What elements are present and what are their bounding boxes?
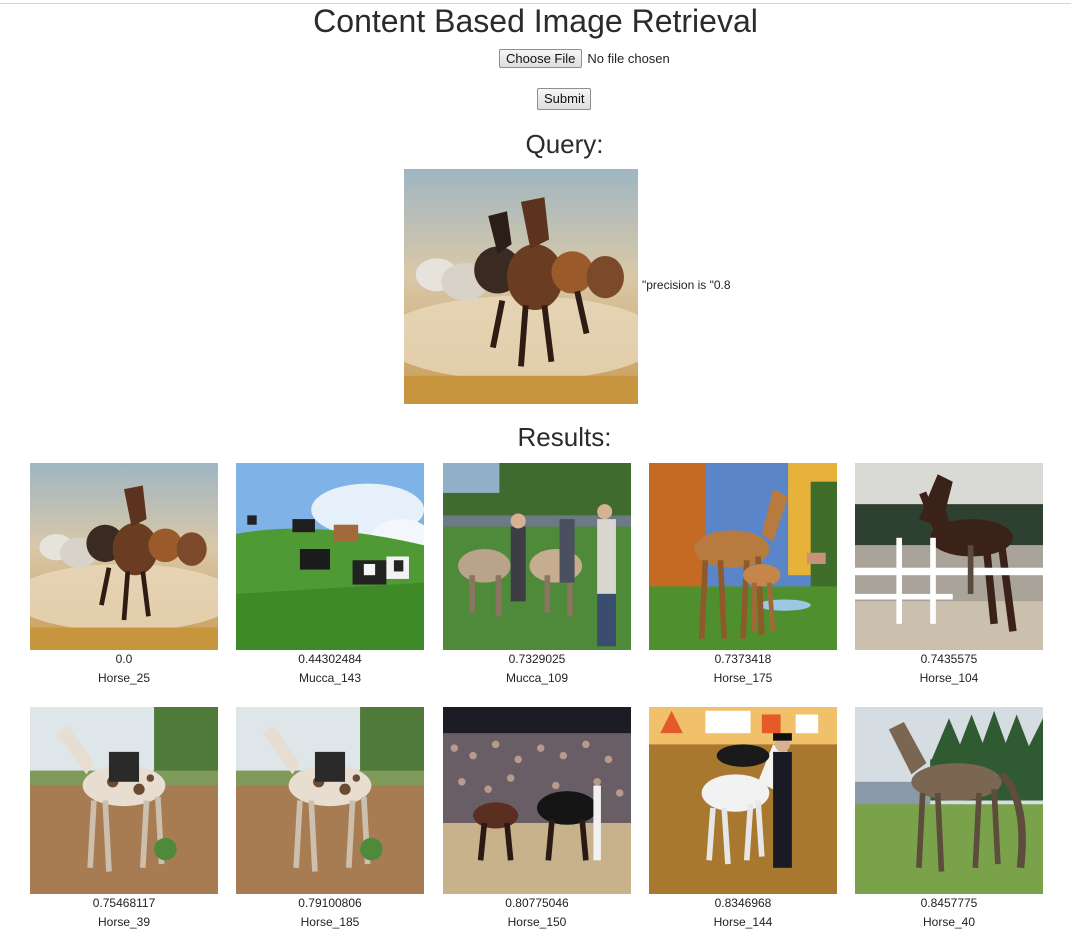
result-image <box>236 463 424 650</box>
result-score: 0.0 <box>115 652 133 666</box>
precision-text: "precision is "0.8 <box>642 278 731 292</box>
result-label: Mucca_143 <box>298 671 362 685</box>
result-score: 0.7435575 <box>920 652 978 666</box>
result-item: 0.44302484 Mucca_143 <box>236 463 424 688</box>
page-title: Content Based Image Retrieval <box>313 3 758 39</box>
result-item: 0.7373418 Horse_175 <box>649 463 837 688</box>
query-image <box>404 169 638 404</box>
result-score: 0.8457775 <box>920 896 978 910</box>
result-label: Horse_39 <box>97 915 151 929</box>
result-label: Horse_104 <box>919 671 979 685</box>
result-item: 0.8346968 Horse_144 <box>649 707 837 932</box>
result-label: Horse_40 <box>922 915 976 929</box>
result-score: 0.7329025 <box>508 652 566 666</box>
file-status: No file chosen <box>587 51 670 66</box>
result-label: Horse_144 <box>713 915 773 929</box>
result-label: Mucca_109 <box>505 671 569 685</box>
result-label: Horse_175 <box>713 671 773 685</box>
result-label: Horse_150 <box>507 915 567 929</box>
result-image <box>443 463 631 650</box>
result-item: 0.75468117 Horse_39 <box>30 707 218 932</box>
result-item: 0.0 Horse_25 <box>30 463 218 688</box>
result-score: 0.7373418 <box>714 652 772 666</box>
result-image <box>236 707 424 894</box>
result-item: 0.80775046 Horse_150 <box>443 707 631 932</box>
result-image <box>649 463 837 650</box>
result-image <box>30 463 218 650</box>
file-upload: Choose File No file chosen <box>499 49 670 68</box>
result-item: 0.7329025 Mucca_109 <box>443 463 631 688</box>
results-heading: Results: <box>517 422 612 452</box>
submit-button[interactable]: Submit <box>537 88 592 110</box>
result-score: 0.8346968 <box>714 896 772 910</box>
result-image <box>649 707 837 894</box>
choose-file-button[interactable]: Choose File <box>499 49 583 68</box>
result-score: 0.44302484 <box>298 652 362 666</box>
query-heading: Query: <box>525 129 604 159</box>
result-label: Horse_185 <box>300 915 360 929</box>
result-item: 0.7435575 Horse_104 <box>855 463 1043 688</box>
result-image <box>855 463 1043 650</box>
result-label: Horse_25 <box>97 671 151 685</box>
result-score: 0.79100806 <box>298 896 362 910</box>
result-score: 0.75468117 <box>92 896 156 910</box>
result-image <box>443 707 631 894</box>
result-item: 0.8457775 Horse_40 <box>855 707 1043 932</box>
result-item: 0.79100806 Horse_185 <box>236 707 424 932</box>
result-score: 0.80775046 <box>505 896 569 910</box>
result-image <box>855 707 1043 894</box>
result-image <box>30 707 218 894</box>
